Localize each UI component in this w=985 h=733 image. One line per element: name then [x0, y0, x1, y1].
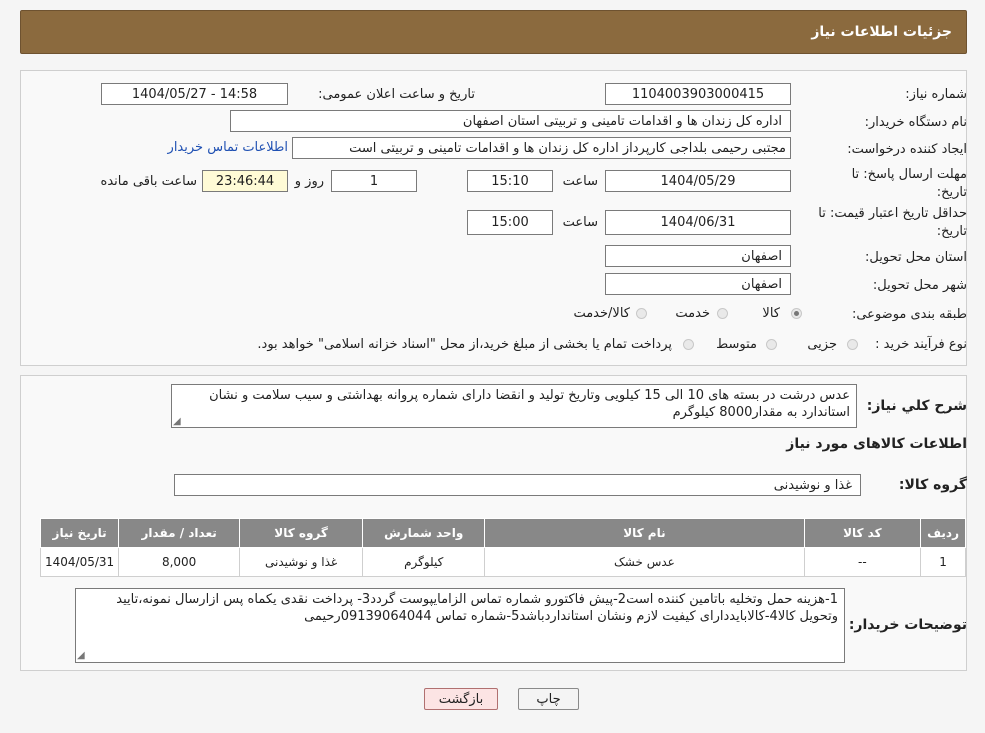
days-field: 1 — [331, 170, 417, 192]
announce-field: 1404/05/27 - 14:58 — [101, 83, 288, 105]
notes-resize-grip-icon[interactable]: ◢ — [77, 651, 85, 661]
process-label: نوع فرآیند خرید : — [875, 337, 967, 352]
col-row: ردیف — [920, 518, 966, 548]
process-radio-treasury[interactable] — [683, 339, 694, 350]
goods-group-label: گروه کالا: — [898, 477, 967, 493]
summary-text: عدس درشت در بسته های 10 الی 15 کیلویی وت… — [209, 388, 850, 420]
province-field: اصفهان — [605, 245, 791, 267]
remaining-label: ساعت باقی مانده — [100, 174, 197, 189]
validity-label: حداقل تاریخ اعتبار قیمت: تا — [818, 206, 967, 221]
validity-label-2: تاریخ: — [936, 224, 967, 239]
creator-field: مجتبی رحیمی بلداجی کارپرداز اداره کل زند… — [292, 137, 791, 159]
buyer-notes-textarea[interactable]: 1-هزینه حمل وتخلیه باتامین کننده است2-پی… — [75, 588, 845, 663]
category-option-service: خدمت — [675, 306, 710, 321]
back-button[interactable]: بازگشت — [424, 688, 498, 710]
process-note: پرداخت تمام یا بخشی از مبلغ خرید،از محل … — [257, 337, 672, 352]
cell-code: -- — [803, 547, 922, 577]
page-header: جزئیات اطلاعات نیاز — [20, 10, 967, 54]
process-option-partial: جزیی — [807, 337, 837, 352]
buyer-contact-link[interactable]: اطلاعات تماس خریدار — [168, 140, 288, 155]
goods-group-field: غذا و نوشیدنی — [174, 474, 861, 496]
summary-textarea[interactable]: عدس درشت در بسته های 10 الی 15 کیلویی وت… — [171, 384, 857, 428]
cell-qty: 8,000 — [118, 547, 241, 577]
validity-time-field: 15:00 — [467, 210, 553, 235]
process-option-medium: متوسط — [716, 337, 757, 352]
city-label: شهر محل تحویل: — [872, 278, 967, 293]
resize-grip-icon[interactable]: ◢ — [173, 417, 181, 427]
col-qty: تعداد / مقدار — [118, 518, 241, 548]
cell-group: غذا و نوشیدنی — [239, 547, 364, 577]
category-radio-goods-service[interactable] — [636, 308, 647, 319]
goods-table: ردیف کد کالا نام کالا واحد شمارش گروه کا… — [39, 518, 966, 577]
cell-name: عدس خشک — [484, 547, 805, 577]
table-row[interactable]: 1 -- عدس خشک کیلوگرم غذا و نوشیدنی 8,000… — [39, 547, 966, 577]
process-radio-partial[interactable] — [847, 339, 858, 350]
province-label: استان محل تحویل: — [865, 250, 967, 265]
col-name: نام کالا — [484, 518, 805, 548]
buyer-org-field: اداره کل زندان ها و اقدامات تامینی و ترب… — [230, 110, 791, 132]
cell-date: 1404/05/31 — [39, 547, 120, 577]
process-radio-medium[interactable] — [766, 339, 777, 350]
announce-label: تاریخ و ساعت اعلان عمومی: — [318, 87, 475, 102]
category-label: طبقه بندی موضوعی: — [851, 307, 967, 322]
page-title: جزئیات اطلاعات نیاز — [811, 24, 952, 40]
print-button[interactable]: چاپ — [518, 688, 579, 710]
creator-label: ایجاد کننده درخواست: — [847, 142, 967, 157]
category-option-goods-service: کالا/خدمت — [573, 306, 630, 321]
category-radio-service[interactable] — [717, 308, 728, 319]
cell-row: 1 — [920, 547, 966, 577]
cell-unit: کیلوگرم — [362, 547, 486, 577]
deadline-time-label: ساعت — [562, 174, 598, 189]
deadline-date-field: 1404/05/29 — [605, 170, 791, 192]
category-option-goods: کالا — [762, 306, 780, 321]
deadline-label: مهلت ارسال پاسخ: تا — [851, 167, 967, 182]
buyer-notes-text: 1-هزینه حمل وتخلیه باتامین کننده است2-پی… — [116, 592, 838, 624]
col-unit: واحد شمارش — [362, 518, 486, 548]
deadline-label-2: تاریخ: — [936, 185, 967, 200]
col-group: گروه کالا — [239, 518, 364, 548]
goods-section-title: اطلاعات کالاهای مورد نیاز — [786, 436, 967, 452]
col-code: کد کالا — [803, 518, 922, 548]
category-radio-goods[interactable] — [791, 308, 802, 319]
city-field: اصفهان — [605, 273, 791, 295]
buyer-org-label: نام دستگاه خریدار: — [864, 115, 967, 130]
validity-date-field: 1404/06/31 — [605, 210, 791, 235]
summary-label: شرح كلي نياز: — [866, 398, 967, 414]
deadline-time-field: 15:10 — [467, 170, 553, 192]
remaining-time-field: 23:46:44 — [202, 170, 288, 192]
need-number-field: 1104003903000415 — [605, 83, 791, 105]
buyer-notes-label: توضیحات خریدار: — [848, 617, 967, 633]
goods-table-header: ردیف کد کالا نام کالا واحد شمارش گروه کا… — [39, 518, 966, 548]
need-number-label: شماره نیاز: — [905, 87, 967, 102]
col-date: تاریخ نیاز — [39, 518, 120, 548]
days-label: روز و — [294, 174, 324, 189]
validity-time-label: ساعت — [562, 215, 598, 230]
